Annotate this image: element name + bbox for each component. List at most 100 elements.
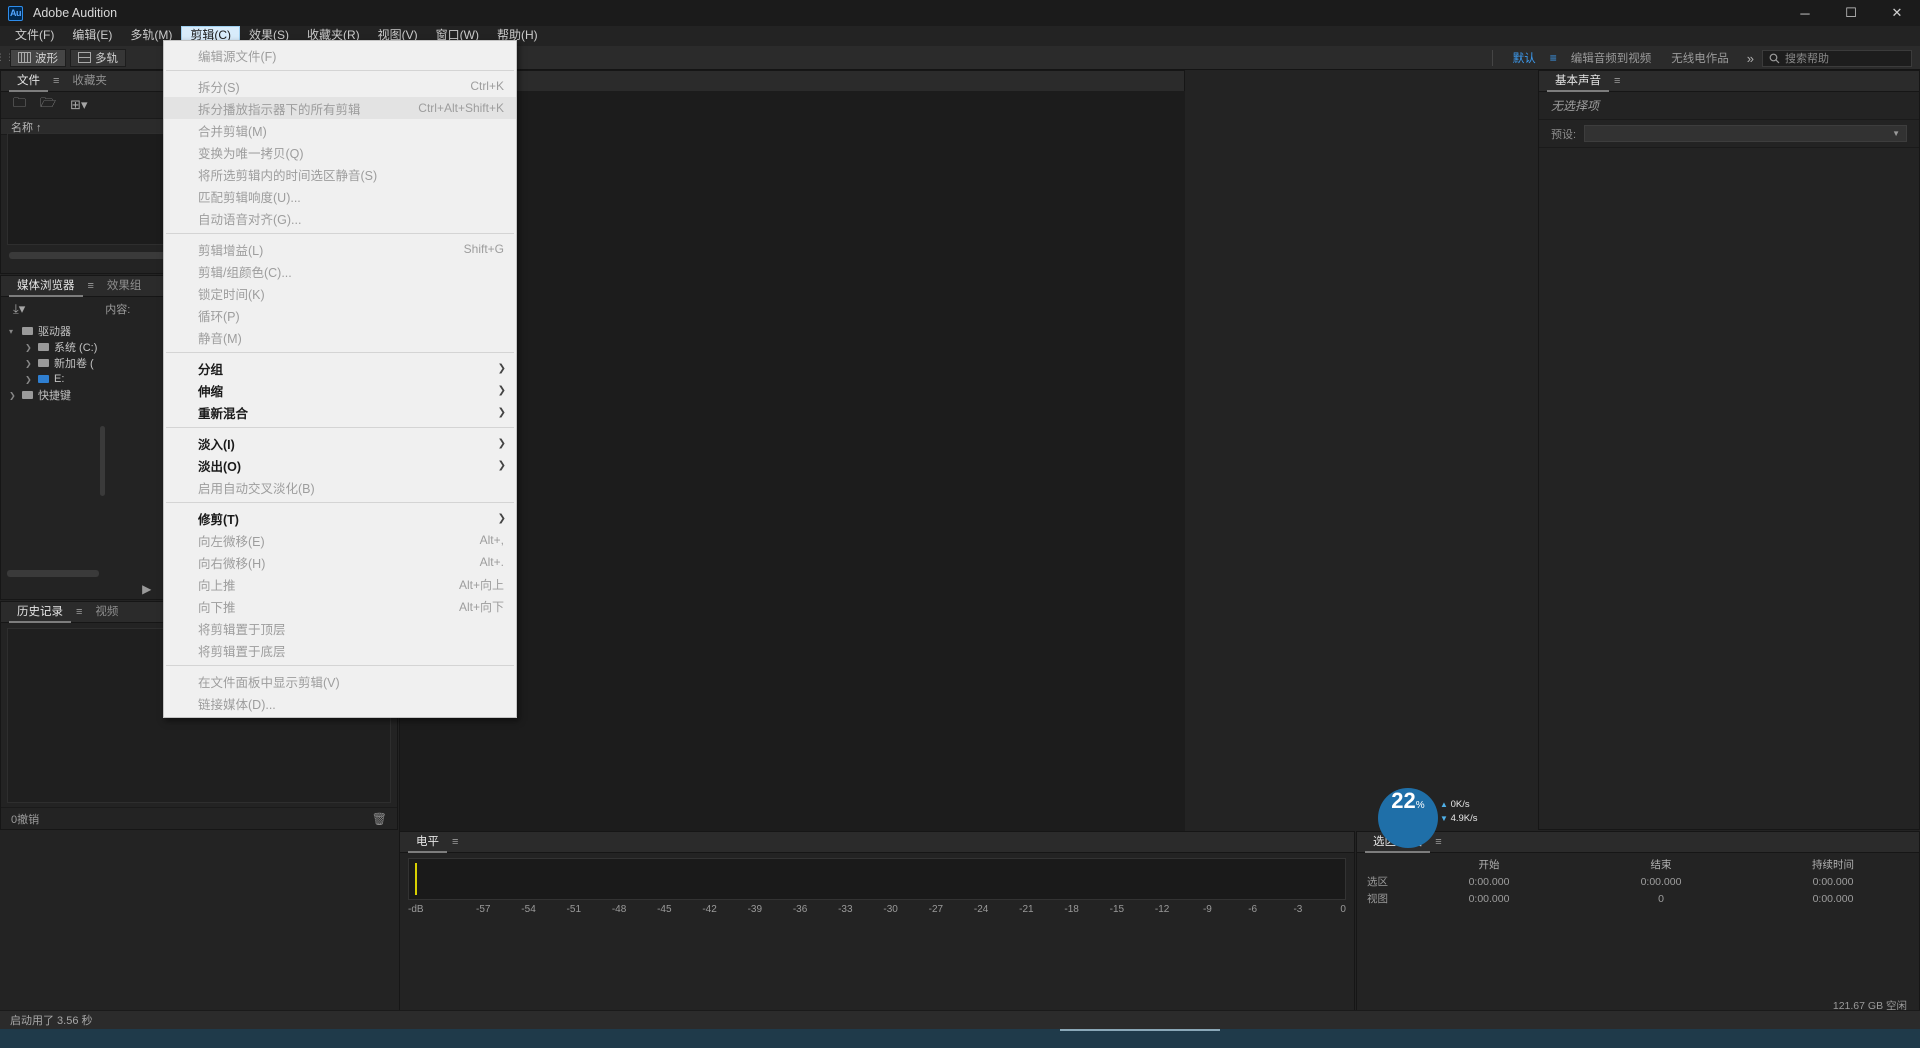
selview-panel-menu-icon[interactable]: ≡	[1432, 836, 1444, 848]
tab-history[interactable]: 历史记录	[9, 602, 71, 623]
essential-panel-menu-icon[interactable]: ≡	[1611, 75, 1623, 87]
tab-levels[interactable]: 电平	[408, 832, 447, 853]
media-panel-menu-icon[interactable]: ≡	[85, 280, 97, 292]
minimize-button[interactable]: ─	[1782, 0, 1828, 26]
toolbar-grip-icon[interactable]: ⋮⋮	[0, 46, 14, 70]
clip-menu-item-29[interactable]: 将剪辑置于顶层	[164, 617, 516, 639]
tab-video[interactable]: 视频	[87, 602, 126, 623]
media-vscrollbar[interactable]	[100, 426, 105, 496]
selview-cell-0-0[interactable]: 0:00.000	[1403, 876, 1575, 888]
os-taskbar[interactable]	[0, 1029, 1920, 1048]
clip-menu-item-20[interactable]: 淡入(I) ❯	[164, 432, 516, 454]
media-hscrollbar[interactable]	[7, 570, 99, 577]
level-tick-4: -45	[657, 904, 672, 915]
selview-cell-1-0[interactable]: 0:00.000	[1403, 893, 1575, 905]
chevron-right-icon[interactable]: ❯	[25, 359, 33, 368]
clip-menu-item-4[interactable]: 合并剪辑(M)	[164, 119, 516, 141]
selview-cell-0-1[interactable]: 0:00.000	[1575, 876, 1747, 888]
network-speed-widget[interactable]: 22 %	[1378, 788, 1438, 848]
new-file-icon[interactable]: ⊞▾	[70, 97, 87, 113]
menu-separator	[166, 352, 514, 353]
clip-menu-item-13[interactable]: 循环(P)	[164, 304, 516, 326]
clip-menu-item-25[interactable]: 向左微移(E) Alt+,	[164, 529, 516, 551]
clip-menu-item-6[interactable]: 将所选剪辑内的时间选区静音(S)	[164, 163, 516, 185]
level-scale: -dB -57 -54 -51 -48 -45 -42 -39 -36 -33 -30 -27 -24…	[408, 904, 1346, 920]
levels-panel: 电平 ≡ -dB -57 -54 -51 -48 -45 -42 -39 -36 -33 -30-…	[399, 831, 1355, 1017]
level-tick-17: -6	[1248, 904, 1258, 915]
tab-essential-sound[interactable]: 基本声音	[1547, 71, 1609, 92]
clip-menu-item-28[interactable]: 向下推 Alt+向下	[164, 595, 516, 617]
menu-0[interactable]: 文件(F)	[6, 26, 63, 46]
clip-menu-item-33[interactable]: 链接媒体(D)...	[164, 692, 516, 714]
drive-icon	[38, 343, 49, 351]
clip-menu-item-2[interactable]: 拆分(S) Ctrl+K	[164, 75, 516, 97]
clip-menu-item-27[interactable]: 向上推 Alt+向上	[164, 573, 516, 595]
levels-panel-menu-icon[interactable]: ≡	[449, 836, 461, 848]
level-tick-19: 0	[1340, 904, 1346, 915]
chevron-down-icon: ▼	[1892, 129, 1900, 138]
level-meter[interactable]	[408, 858, 1346, 900]
clip-menu-item-label: 启用自动交叉淡化(B)	[198, 481, 315, 496]
clip-menu-item-7[interactable]: 匹配剪辑响度(U)...	[164, 185, 516, 207]
status-message: 启动用了 3.56 秒	[10, 1015, 93, 1027]
waveform-view-button[interactable]: 波形	[10, 48, 66, 67]
search-help-input[interactable]: 搜索帮助	[1762, 49, 1912, 67]
clip-menu-item-5[interactable]: 变换为唯一拷贝(Q)	[164, 141, 516, 163]
selview-cell-1-1[interactable]: 0	[1575, 893, 1747, 905]
clip-menu-item-12[interactable]: 锁定时间(K)	[164, 282, 516, 304]
chevron-down-icon[interactable]: ▾	[9, 327, 17, 336]
tab-effects-rack[interactable]: 效果组	[99, 276, 150, 297]
maximize-button[interactable]: ☐	[1828, 0, 1874, 26]
menu-1[interactable]: 编辑(E)	[63, 26, 121, 46]
clip-menu-item-30[interactable]: 将剪辑置于底层	[164, 639, 516, 661]
chevron-right-icon[interactable]: ❯	[25, 375, 33, 384]
clip-menu-item-11[interactable]: 剪辑/组颜色(C)...	[164, 260, 516, 282]
clip-menu-item-21[interactable]: 淡出(O) ❯	[164, 454, 516, 476]
history-panel-menu-icon[interactable]: ≡	[73, 606, 85, 618]
clip-menu-item-18[interactable]: 重新混合 ❯	[164, 401, 516, 423]
clip-menu-item-32[interactable]: 在文件面板中显示剪辑(V)	[164, 670, 516, 692]
files-panel-menu-icon[interactable]: ≡	[50, 75, 62, 87]
tab-media-browser[interactable]: 媒体浏览器	[9, 276, 83, 297]
clip-dropdown-menu[interactable]: 编辑源文件(F) 拆分(S) Ctrl+K 拆分播放指示器下的所有剪辑 Ctrl+Alt…	[163, 40, 517, 718]
workspace-radio-production[interactable]: 无线电作品	[1661, 50, 1739, 66]
clip-menu-item-label: 将所选剪辑内的时间选区静音(S)	[198, 168, 378, 183]
multitrack-view-button[interactable]: 多轨	[70, 48, 126, 67]
selview-cell-0-2[interactable]: 0:00.000	[1747, 876, 1919, 888]
tab-favorites[interactable]: 收藏夹	[64, 71, 115, 92]
media-play-icon[interactable]: ▶	[142, 582, 151, 596]
menu-separator	[166, 665, 514, 666]
upload-unit: K/s	[1455, 799, 1470, 810]
clip-menu-item-22[interactable]: 启用自动交叉淡化(B)	[164, 476, 516, 498]
chevron-right-icon[interactable]: ❯	[25, 343, 33, 352]
clip-menu-item-label: 剪辑/组颜色(C)...	[198, 265, 292, 280]
clip-menu-item-16[interactable]: 分组 ❯	[164, 357, 516, 379]
chevron-right-icon[interactable]: ❯	[9, 391, 17, 400]
close-button[interactable]: ✕	[1874, 0, 1920, 26]
history-trash-icon[interactable]: 🗑	[372, 812, 387, 826]
network-speed-readout: ▲ 0K/s ▼ 4.9K/s	[1440, 798, 1478, 826]
level-tick-7: -36	[792, 904, 808, 915]
clip-menu-item-17[interactable]: 伸缩 ❯	[164, 379, 516, 401]
import-folder-icon[interactable]: 🗁	[40, 94, 56, 116]
clip-menu-item-24[interactable]: 修剪(T) ❯	[164, 507, 516, 529]
workspace-menu-icon[interactable]: ≡	[1546, 51, 1561, 65]
clip-menu-item-0[interactable]: 编辑源文件(F)	[164, 44, 516, 66]
clip-menu-item-label: 淡入(I)	[198, 437, 235, 452]
clip-menu-item-14[interactable]: 静音(M)	[164, 326, 516, 348]
selview-cell-1-2[interactable]: 0:00.000	[1747, 893, 1919, 905]
menu-separator	[166, 502, 514, 503]
workspace-more-icon[interactable]: »	[1739, 51, 1762, 66]
preset-select[interactable]: ▼	[1584, 125, 1907, 142]
workspace-edit-audio-to-video[interactable]: 编辑音频到视频	[1561, 50, 1662, 66]
clip-menu-item-26[interactable]: 向右微移(H) Alt+.	[164, 551, 516, 573]
media-tree-item-label: 驱动器	[38, 326, 71, 338]
workspace-default[interactable]: 默认	[1503, 50, 1546, 66]
open-folder-icon[interactable]: 🗀	[13, 94, 26, 116]
tab-files[interactable]: 文件	[9, 71, 48, 92]
search-icon	[1769, 53, 1780, 63]
clip-menu-item-3[interactable]: 拆分播放指示器下的所有剪辑 Ctrl+Alt+Shift+K	[164, 97, 516, 119]
clip-menu-item-10[interactable]: 剪辑增益(L) Shift+G	[164, 238, 516, 260]
clip-menu-item-8[interactable]: 自动语音对齐(G)...	[164, 207, 516, 229]
media-import-icon[interactable]: ⤓▾	[13, 301, 25, 317]
